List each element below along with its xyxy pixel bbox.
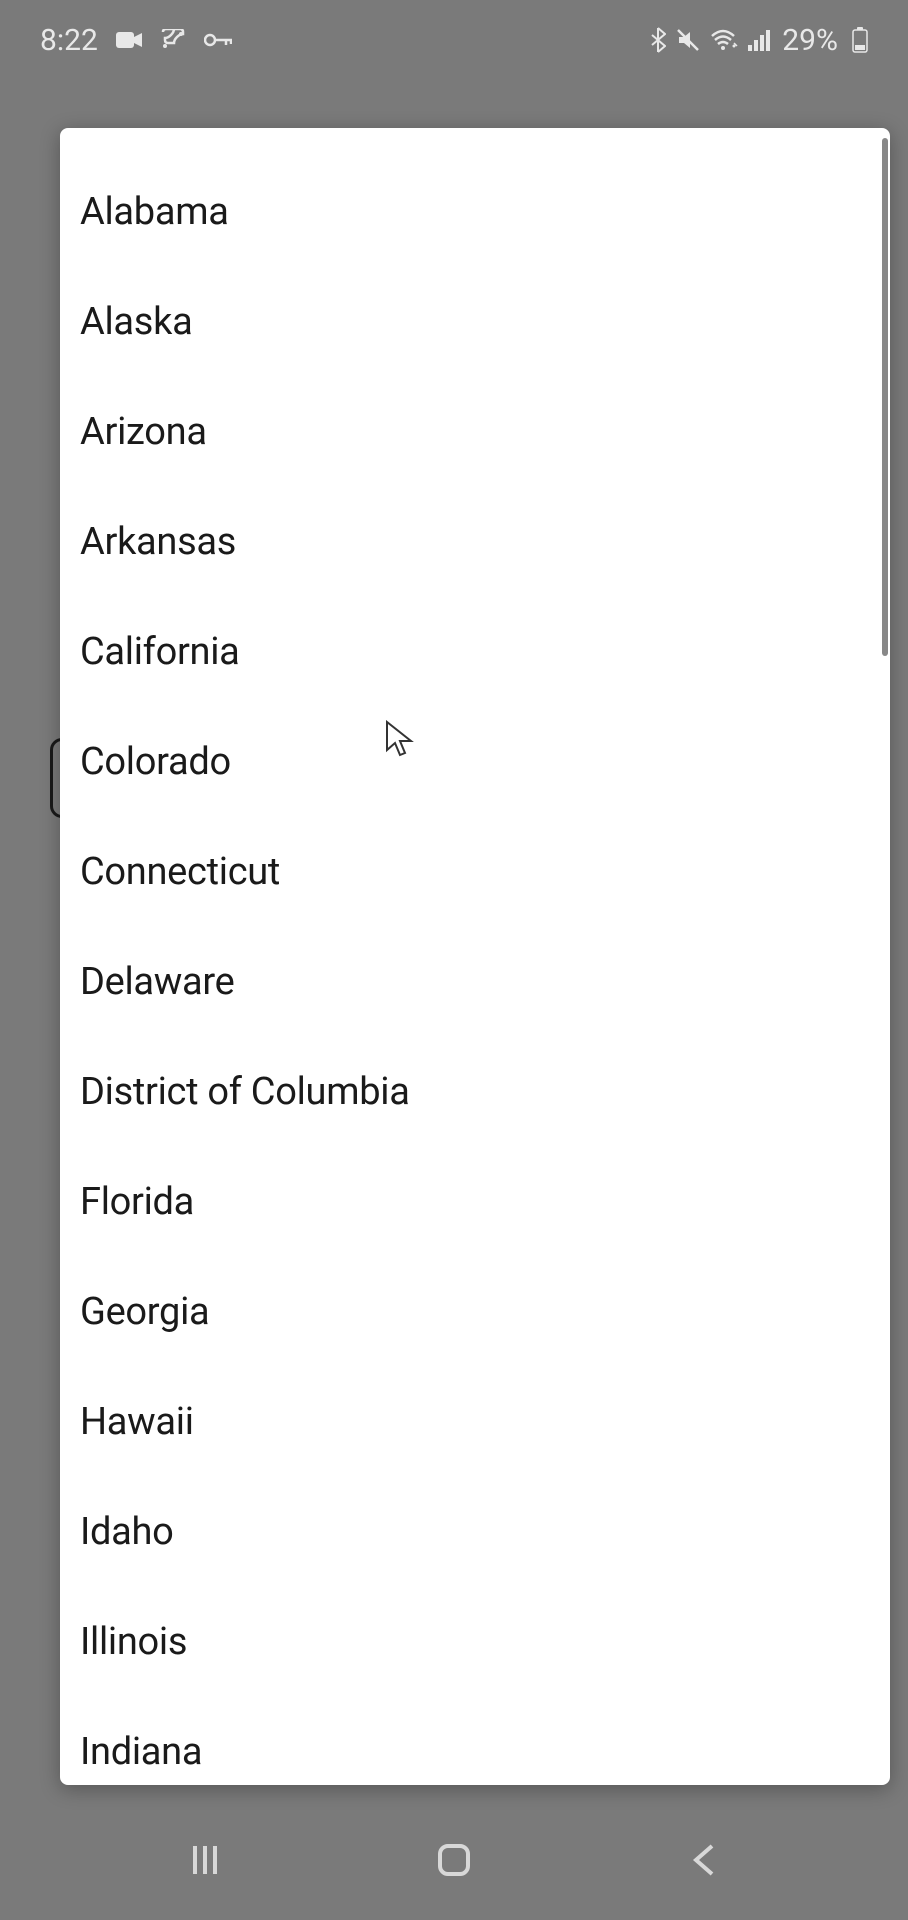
status-bar-right: 29% [650, 23, 868, 58]
list-item[interactable]: Georgia [60, 1258, 890, 1368]
back-button[interactable] [673, 1830, 733, 1890]
scrollbar[interactable] [882, 138, 888, 656]
list-item[interactable]: Illinois [60, 1588, 890, 1698]
list-item[interactable]: Connecticut [60, 818, 890, 928]
bluetooth-icon [650, 27, 666, 53]
key-icon [204, 32, 232, 48]
recent-apps-button[interactable] [175, 1830, 235, 1890]
signal-icon [748, 29, 772, 51]
list-item[interactable]: Florida [60, 1148, 890, 1258]
list-item[interactable]: Colorado [60, 708, 890, 818]
status-time: 8:22 [40, 23, 98, 58]
state-selector-modal: AlabamaAlaskaArizonaArkansasCaliforniaCo… [60, 128, 890, 1785]
list-item[interactable]: Arizona [60, 378, 890, 488]
camera-icon [116, 30, 142, 50]
list-item[interactable]: District of Columbia [60, 1038, 890, 1148]
home-button[interactable] [424, 1830, 484, 1890]
wifi-icon [710, 29, 738, 51]
list-item[interactable]: Idaho [60, 1478, 890, 1588]
list-item[interactable]: Indiana [60, 1698, 890, 1785]
battery-icon [852, 27, 868, 53]
list-item[interactable]: Arkansas [60, 488, 890, 598]
battery-percent: 29% [782, 23, 838, 58]
navigation-bar [0, 1800, 908, 1920]
state-list[interactable]: AlabamaAlaskaArizonaArkansasCaliforniaCo… [60, 128, 890, 1785]
list-item[interactable]: Hawaii [60, 1368, 890, 1478]
status-bar: 8:22 [0, 0, 908, 80]
mute-icon [676, 28, 700, 52]
list-item[interactable]: Alaska [60, 268, 890, 378]
list-item[interactable]: Delaware [60, 928, 890, 1038]
list-item[interactable]: California [60, 598, 890, 708]
cast-icon [160, 29, 186, 51]
list-item[interactable]: Alabama [60, 158, 890, 268]
status-bar-left: 8:22 [40, 23, 232, 58]
